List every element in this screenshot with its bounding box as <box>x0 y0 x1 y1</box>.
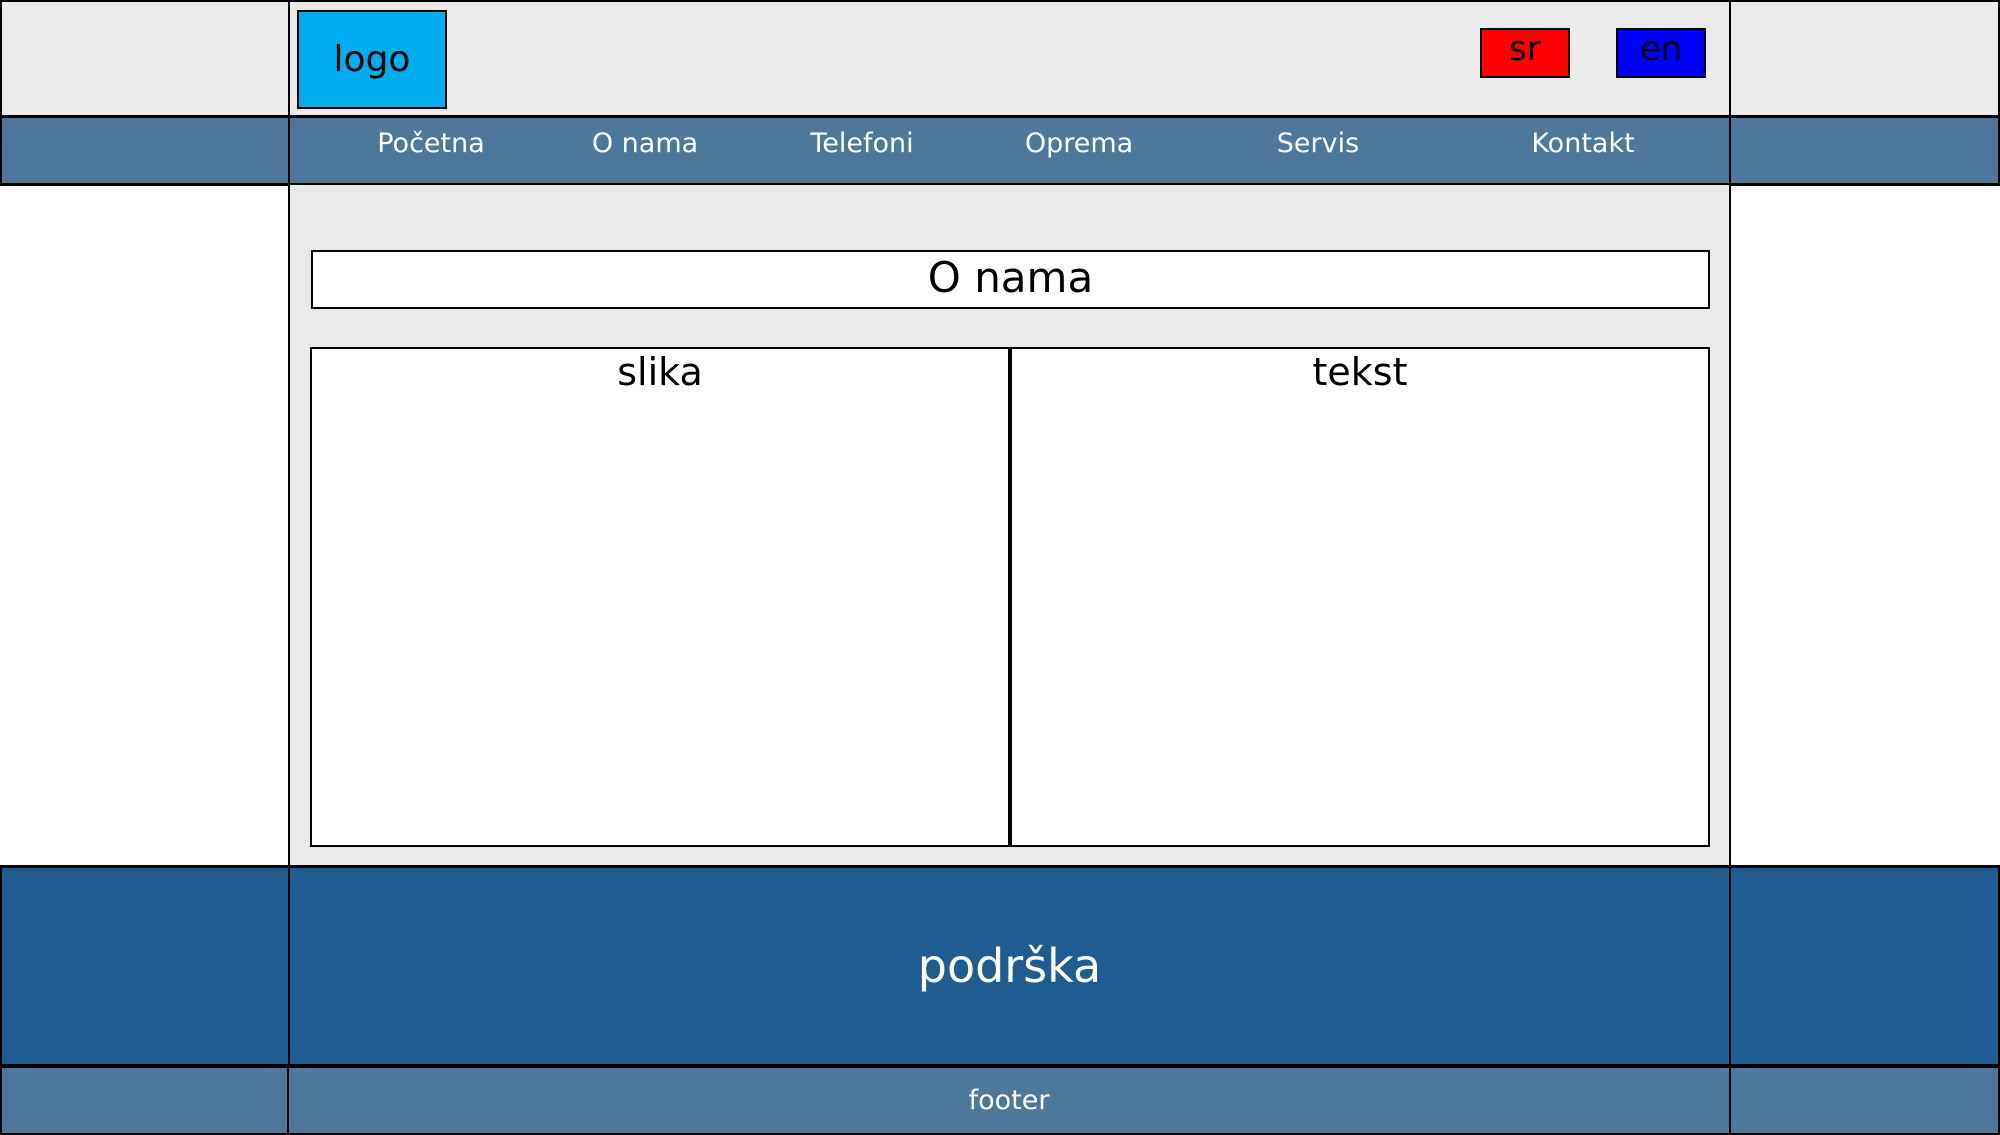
text-placeholder: tekst <box>1010 347 1710 847</box>
nav-item-telefoni[interactable]: Telefoni <box>810 128 913 168</box>
nav-item-oprema[interactable]: Oprema <box>1025 128 1133 168</box>
logo[interactable]: logo <box>297 10 447 109</box>
nav-item-kontakt[interactable]: Kontakt <box>1531 128 1634 168</box>
support-label: podrška <box>288 865 1731 1066</box>
page-title: O nama <box>311 250 1710 309</box>
language-en-button[interactable]: en <box>1616 28 1706 78</box>
nav-container <box>288 116 1731 186</box>
nav-item-pocetna[interactable]: Početna <box>377 128 485 168</box>
nav-item-o-nama[interactable]: O nama <box>592 128 698 168</box>
nav-item-servis[interactable]: Servis <box>1277 128 1359 168</box>
image-placeholder: slika <box>310 347 1010 847</box>
language-sr-button[interactable]: sr <box>1480 28 1570 78</box>
footer-label: footer <box>287 1065 1731 1135</box>
